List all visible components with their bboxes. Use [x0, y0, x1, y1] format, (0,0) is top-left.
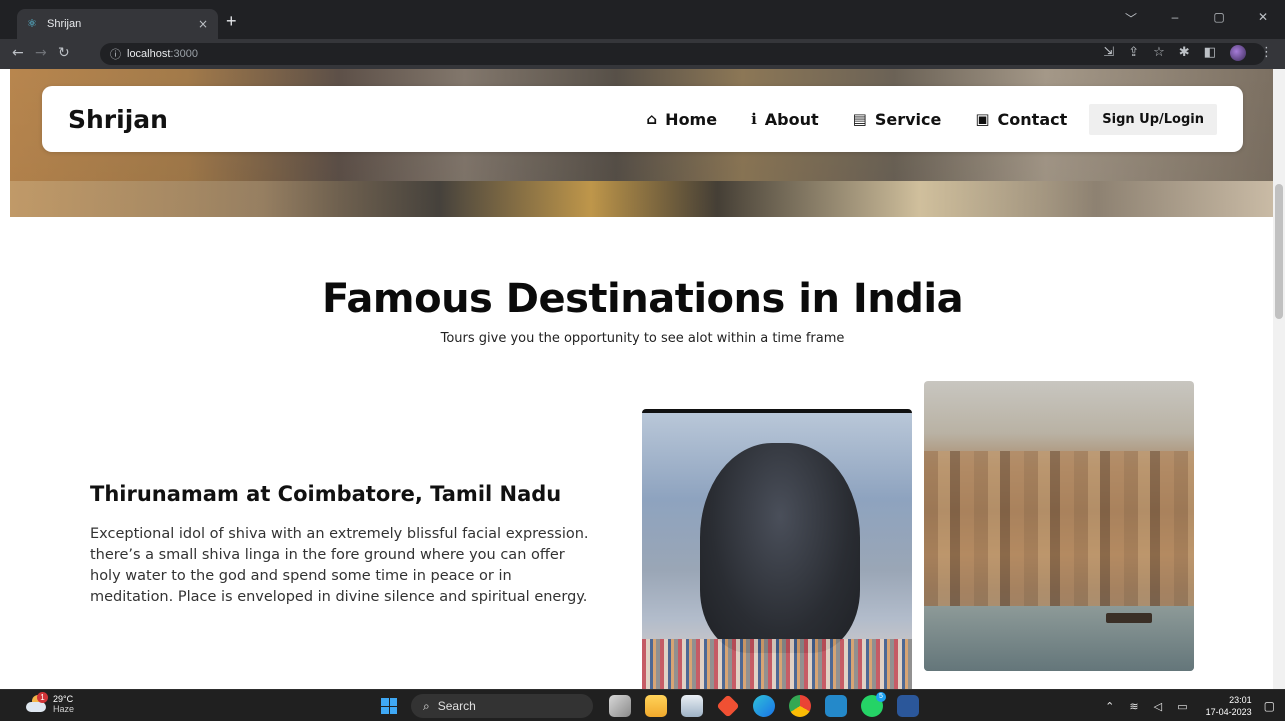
- crowd-foreground: [642, 639, 912, 689]
- statue-figure: [700, 443, 860, 653]
- search-icon: ⌕: [423, 698, 430, 713]
- site-brand[interactable]: Shrijan: [68, 105, 646, 134]
- browser-toolbar: ← → ↻ ⓘ localhost:3000 ⇲ ⇪ ☆ ✱ ◧ ⋮: [0, 39, 1285, 69]
- nav-service[interactable]: ▤ Service: [853, 110, 942, 129]
- destination-title: Thirunamam at Coimbatore, Tamil Nadu: [90, 482, 562, 506]
- menu-kebab-icon[interactable]: ⋮: [1260, 45, 1273, 61]
- start-button-windows-icon[interactable]: [381, 698, 397, 714]
- taskbar-search-label: Search: [437, 699, 476, 713]
- react-favicon-icon: ⚛: [27, 17, 37, 30]
- clock[interactable]: 23:01 17-04-2023: [1206, 694, 1252, 718]
- briefcase-icon: ▤: [852, 110, 867, 128]
- page-scrollbar[interactable]: [1273, 69, 1285, 689]
- maximize-icon[interactable]: ▢: [1197, 10, 1241, 27]
- shiva-statue-photo: [642, 409, 912, 689]
- weather-haze-icon: 1: [26, 692, 48, 713]
- whatsapp-badge: 5: [876, 692, 886, 702]
- back-arrow-icon[interactable]: ←: [12, 46, 24, 60]
- microsoft-store-icon[interactable]: [681, 695, 703, 717]
- clock-time: 23:01: [1229, 695, 1252, 705]
- tray-icons[interactable]: ⌃ ≋ ◁ ▭: [1105, 700, 1193, 713]
- new-tab-button[interactable]: +: [226, 12, 237, 30]
- weather-widget[interactable]: 1 29°C Haze: [26, 692, 75, 714]
- word-icon[interactable]: [897, 695, 919, 717]
- system-tray: ⌃ ≋ ◁ ▭ 23:01 17-04-2023 ▢: [1105, 694, 1275, 718]
- file-explorer-icon[interactable]: [645, 695, 667, 717]
- ghats-buildings: [924, 451, 1194, 611]
- tab-search-icon[interactable]: ﹀: [1109, 10, 1153, 27]
- nav-about[interactable]: ℹ About: [751, 110, 819, 129]
- git-icon[interactable]: [716, 694, 740, 718]
- weather-condition: Haze: [53, 704, 75, 714]
- section-subheading: Tours give you the opportunity to see al…: [440, 331, 845, 346]
- browser-tab-bar: ⚛ Shrijan × + ﹀ – ▢ ✕: [0, 0, 1285, 39]
- contact-card-icon: ▣: [975, 110, 990, 128]
- nav-home-label: Home: [665, 109, 718, 129]
- tab-close-icon[interactable]: ×: [198, 17, 208, 31]
- hero-image-strip: [10, 181, 1273, 217]
- page-viewport: Shrijan ⌂ Home ℹ About ▤ Service ▣ Conta…: [0, 69, 1273, 689]
- close-window-icon[interactable]: ✕: [1241, 10, 1285, 27]
- side-panel-icon[interactable]: ◧: [1204, 45, 1216, 61]
- toolbar-icons: ⇲ ⇪ ☆ ✱ ◧ ⋮: [1103, 45, 1273, 61]
- task-view-icon[interactable]: [609, 695, 631, 717]
- edge-browser-icon[interactable]: [753, 695, 775, 717]
- taskbar-search[interactable]: ⌕ Search: [411, 694, 593, 718]
- bookmark-star-icon[interactable]: ☆: [1153, 45, 1165, 61]
- url-host: localhost: [127, 48, 171, 60]
- tab-title: Shrijan: [47, 18, 82, 30]
- weather-badge: 1: [37, 692, 48, 703]
- section-heading: Famous Destinations in India: [321, 276, 964, 322]
- reload-icon[interactable]: ↻: [58, 46, 70, 60]
- extensions-puzzle-icon[interactable]: ✱: [1179, 45, 1190, 61]
- varanasi-ghats-photo: [924, 381, 1194, 671]
- address-bar[interactable]: ⓘ localhost:3000: [100, 43, 1265, 65]
- home-icon: ⌂: [646, 110, 658, 128]
- weather-temp: 29°C: [53, 694, 74, 704]
- url-port: :3000: [170, 48, 198, 60]
- boat: [1106, 613, 1152, 623]
- nav-service-label: Service: [874, 109, 942, 129]
- clock-date: 17-04-2023: [1205, 707, 1252, 717]
- install-app-icon[interactable]: ⇲: [1103, 45, 1114, 61]
- river-water: [924, 606, 1194, 671]
- window-controls: ﹀ – ▢ ✕: [1109, 10, 1285, 27]
- whatsapp-icon[interactable]: 5: [861, 692, 886, 717]
- nav-home[interactable]: ⌂ Home: [646, 110, 717, 129]
- forward-arrow-icon[interactable]: →: [35, 46, 47, 60]
- nav-contact[interactable]: ▣ Contact: [975, 110, 1067, 129]
- destination-description: Exceptional idol of shiva with an extrem…: [90, 526, 589, 605]
- info-icon: ℹ: [751, 110, 757, 128]
- taskbar-apps: 5: [609, 692, 919, 718]
- share-icon[interactable]: ⇪: [1128, 45, 1139, 61]
- scrollbar-thumb[interactable]: [1275, 184, 1283, 319]
- nav-links: ⌂ Home ℹ About ▤ Service ▣ Contact: [646, 110, 1067, 129]
- chrome-browser-icon[interactable]: [789, 695, 811, 717]
- vscode-icon[interactable]: [825, 695, 847, 717]
- nav-contact-label: Contact: [997, 109, 1068, 129]
- minimize-icon[interactable]: –: [1153, 10, 1197, 27]
- browser-tab[interactable]: ⚛ Shrijan ×: [17, 9, 218, 39]
- site-navbar: Shrijan ⌂ Home ℹ About ▤ Service ▣ Conta…: [42, 86, 1243, 152]
- notification-icon[interactable]: ▢: [1264, 699, 1275, 713]
- signup-login-button[interactable]: Sign Up/Login: [1089, 103, 1217, 135]
- site-info-icon[interactable]: ⓘ: [110, 46, 121, 62]
- profile-avatar[interactable]: [1230, 45, 1246, 61]
- windows-taskbar: 1 29°C Haze ⌕ Search 5 ⌃ ≋ ◁ ▭ 23:01 17-…: [0, 689, 1285, 721]
- nav-about-label: About: [764, 109, 819, 129]
